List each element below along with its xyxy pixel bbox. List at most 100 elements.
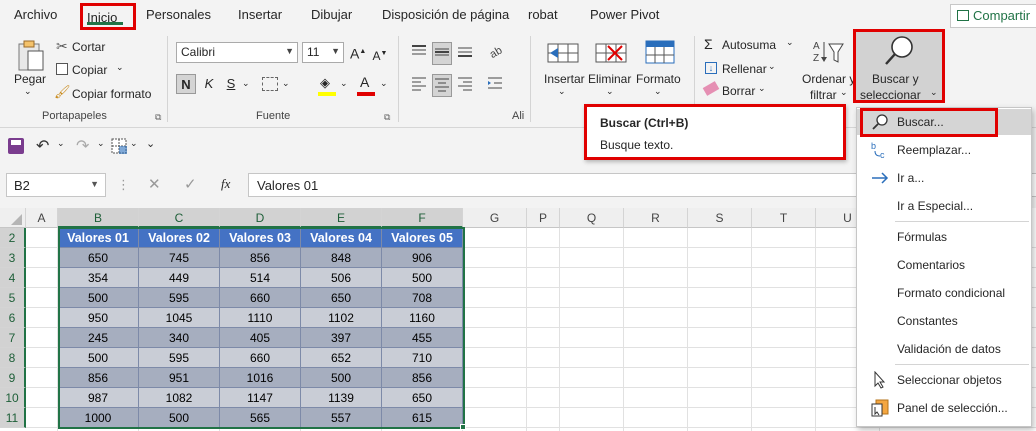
row-header-4[interactable]: 4 (0, 268, 26, 288)
font-name-combo[interactable]: Calibri ▼ (176, 42, 298, 63)
tab-inicio[interactable]: Inicio (80, 3, 136, 30)
find-select-button[interactable]: Buscar y seleccionar ⌄ (856, 32, 942, 102)
menu-item-data-validation[interactable]: Validación de datos (857, 336, 1031, 362)
redo-icon[interactable]: ↷ (76, 136, 89, 156)
sort-filter-icon[interactable]: AZ (812, 38, 846, 71)
format-cells-button[interactable]: Formato (636, 72, 681, 86)
column-header-q[interactable]: Q (560, 208, 624, 228)
column-header-p[interactable]: P (527, 208, 560, 228)
name-box[interactable]: B2 ▼ (6, 173, 106, 197)
share-button[interactable]: Compartir (950, 4, 1036, 28)
paste-button[interactable]: Pegar (14, 72, 46, 86)
row-header-8[interactable]: 8 (0, 348, 26, 368)
tab-dibujar[interactable]: Dibujar (311, 7, 352, 22)
font-color-icon[interactable]: A (360, 74, 369, 90)
sort-filter-label-2[interactable]: filtrar (810, 88, 837, 102)
align-bottom-icon[interactable] (456, 42, 474, 63)
align-middle-icon[interactable] (432, 42, 452, 65)
borders-qat-dropdown-icon[interactable]: ⌄ (130, 138, 138, 149)
font-size-combo[interactable]: 11 ▼ (302, 42, 344, 63)
row-header-3[interactable]: 3 (0, 248, 26, 268)
menu-item-goto-special[interactable]: Ir a Especial... (857, 193, 1031, 219)
column-header-a[interactable]: A (26, 208, 58, 228)
align-center-icon[interactable] (432, 74, 452, 97)
italic-button[interactable]: K (200, 74, 218, 94)
menu-item-goto[interactable]: Ir a... (857, 165, 1031, 191)
row-header-10[interactable]: 10 (0, 388, 26, 408)
column-header-b[interactable]: B (58, 208, 139, 228)
delete-dropdown-icon[interactable]: ⌄ (606, 86, 614, 97)
tab-power-pivot[interactable]: Power Pivot (590, 7, 659, 22)
undo-dropdown-icon[interactable]: ⌄ (57, 138, 65, 149)
row-header-11[interactable]: 11 (0, 408, 26, 428)
autosum-dropdown-icon[interactable]: ⌄ (786, 37, 794, 48)
tab-disposicion[interactable]: Disposición de página (382, 7, 509, 22)
align-right-icon[interactable] (456, 74, 474, 95)
undo-icon[interactable]: ↶ (36, 136, 49, 156)
sort-filter-label-1[interactable]: Ordenar y (802, 72, 855, 86)
select-all-corner[interactable] (0, 208, 26, 228)
row-header-7[interactable]: 7 (0, 328, 26, 348)
format-dropdown-icon[interactable]: ⌄ (654, 86, 662, 97)
column-header-r[interactable]: R (624, 208, 688, 228)
align-top-icon[interactable] (410, 42, 428, 63)
row-header-2[interactable]: 2 (0, 228, 26, 248)
underline-dropdown-icon[interactable]: ⌄ (242, 78, 250, 89)
menu-item-cond-format[interactable]: Formato condicional (857, 280, 1031, 306)
cut-button[interactable]: Cortar (72, 40, 105, 54)
increase-font-icon[interactable]: A▲ (350, 42, 366, 62)
sort-dropdown-icon[interactable]: ⌄ (840, 87, 848, 98)
redo-dropdown-icon[interactable]: ⌄ (97, 138, 105, 149)
menu-item-comments[interactable]: Comentarios (857, 252, 1031, 278)
borders-dropdown-icon[interactable]: ⌄ (282, 78, 290, 89)
column-header-s[interactable]: S (688, 208, 752, 228)
fill-dropdown-icon[interactable]: ⌄ (340, 78, 348, 89)
menu-item-constants[interactable]: Constantes (857, 308, 1031, 334)
indent-icon[interactable] (486, 74, 504, 95)
customize-qat-icon[interactable]: ⌄ (146, 137, 155, 150)
bold-button[interactable]: N (176, 74, 196, 94)
column-header-t[interactable]: T (752, 208, 816, 228)
menu-item-select-objects[interactable]: Seleccionar objetos (857, 367, 1031, 393)
tab-archivo[interactable]: Archivo (14, 7, 57, 22)
paste-dropdown-icon[interactable]: ⌄ (24, 86, 32, 97)
fill-handle[interactable] (460, 424, 466, 430)
delete-cells-button[interactable]: Eliminar (588, 72, 631, 86)
fill-dropdown-icon[interactable]: ⌄ (768, 61, 776, 72)
row-header-5[interactable]: 5 (0, 288, 26, 308)
fill-button[interactable]: Rellenar (722, 62, 767, 76)
column-header-g[interactable]: G (463, 208, 527, 228)
autosum-button[interactable]: Autosuma (722, 38, 776, 52)
insert-function-icon[interactable]: fx (221, 176, 230, 192)
column-header-c[interactable]: C (139, 208, 220, 228)
row-header-9[interactable]: 9 (0, 368, 26, 388)
insert-cells-icon[interactable] (546, 38, 580, 71)
orientation-icon[interactable]: ab (486, 42, 505, 63)
underline-button[interactable]: S (222, 74, 240, 94)
paste-icon[interactable] (14, 40, 48, 74)
delete-cells-icon[interactable] (594, 38, 628, 71)
column-header-e[interactable]: E (301, 208, 382, 228)
menu-item-selection-pane[interactable]: Panel de selección... (857, 395, 1031, 421)
clear-dropdown-icon[interactable]: ⌄ (758, 83, 766, 94)
row-header-6[interactable]: 6 (0, 308, 26, 328)
clipboard-launcher-icon[interactable]: ⧉ (155, 112, 161, 123)
font-launcher-icon[interactable]: ⧉ (384, 112, 390, 123)
insert-dropdown-icon[interactable]: ⌄ (558, 86, 566, 97)
column-header-d[interactable]: D (220, 208, 301, 228)
clear-button[interactable]: Borrar (722, 84, 755, 98)
fill-color-icon[interactable]: ◈ (320, 75, 330, 91)
font-color-dropdown-icon[interactable]: ⌄ (380, 78, 388, 89)
menu-item-replace[interactable]: bc Reemplazar... (857, 137, 1031, 163)
format-painter-button[interactable]: Copiar formato (72, 87, 151, 101)
tab-robat[interactable]: robat (528, 7, 558, 22)
format-cells-icon[interactable] (644, 38, 678, 71)
formula-bar-grip-icon[interactable]: ⋮ (117, 177, 130, 193)
align-left-icon[interactable] (410, 74, 428, 95)
cancel-entry-icon[interactable]: ✕ (148, 175, 161, 193)
borders-icon[interactable] (262, 77, 278, 91)
confirm-entry-icon[interactable]: ✓ (184, 175, 197, 193)
decrease-font-icon[interactable]: A▼ (372, 44, 388, 64)
menu-item-formulas[interactable]: Fórmulas (857, 224, 1031, 250)
copy-button[interactable]: Copiar (72, 63, 107, 77)
